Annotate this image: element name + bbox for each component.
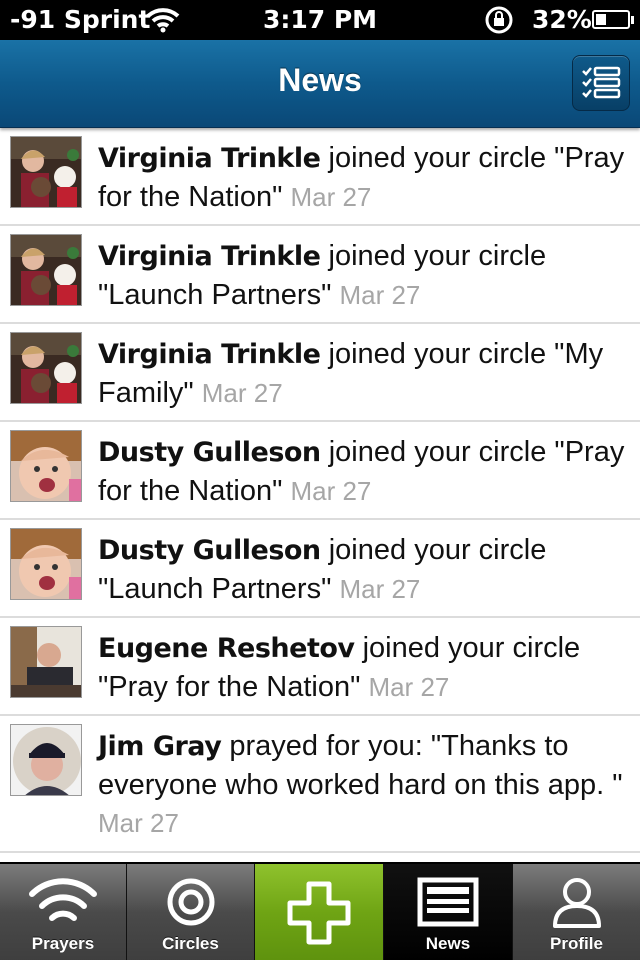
action-text: joined your circle: [328, 338, 547, 370]
page-title: News: [278, 62, 362, 98]
target-icon: [167, 878, 214, 926]
timestamp: Mar 27: [290, 476, 372, 506]
timestamp: Mar 27: [290, 182, 372, 212]
person-icon: [552, 878, 601, 928]
user-name[interactable]: Dusty Gulleson: [98, 535, 321, 566]
feed-item-text: Dusty Gulleson joined your circle "Launc…: [98, 531, 628, 608]
feed-item[interactable]: Virginia Trinkle joined your circle "Pra…: [0, 128, 640, 226]
feed-item-text: Jim Gray prayed for you: "Thanks to ever…: [98, 727, 628, 842]
feed-item[interactable]: Virginia Trinkle joined your circle "My …: [0, 324, 640, 422]
action-text: joined your circle: [328, 534, 547, 566]
user-name[interactable]: Virginia Trinkle: [98, 339, 321, 370]
add-button[interactable]: [255, 864, 384, 960]
action-text: prayed for you:: [229, 730, 423, 762]
avatar[interactable]: [10, 724, 82, 796]
timestamp: Mar 27: [339, 574, 421, 604]
battery-icon: [592, 10, 634, 29]
tab-label: News: [425, 934, 471, 953]
user-name[interactable]: Virginia Trinkle: [98, 143, 321, 174]
detail-text: "Pray for the Nation": [98, 671, 361, 703]
navigation-bar: News: [0, 40, 640, 128]
avatar[interactable]: [10, 136, 82, 208]
avatar[interactable]: [10, 430, 82, 502]
feed-item-text: Virginia Trinkle joined your circle "Lau…: [98, 237, 628, 314]
tab-label: Prayers: [31, 934, 95, 953]
user-name[interactable]: Jim Gray: [98, 731, 222, 762]
detail-text: "Launch Partners": [98, 279, 332, 311]
feed-item-text: Virginia Trinkle joined your circle "My …: [98, 335, 628, 412]
tab-label: Profile: [550, 934, 603, 953]
user-name[interactable]: Dusty Gulleson: [98, 437, 321, 468]
timestamp: Mar 27: [201, 378, 283, 408]
checklist-icon: [582, 66, 621, 99]
plus-icon: [287, 881, 351, 945]
detail-text: "Launch Partners": [98, 573, 332, 605]
avatar[interactable]: [10, 234, 82, 306]
avatar[interactable]: [10, 332, 82, 404]
feed-item-text: Virginia Trinkle joined your circle "Pra…: [98, 139, 628, 216]
tab-bar: Prayers Circles News Profile: [0, 862, 640, 960]
feed-item[interactable]: Jim Gray prayed for you: "Thanks to ever…: [0, 716, 640, 853]
action-text: joined your circle: [362, 632, 581, 664]
feed-item[interactable]: Eugene Reshetov joined your circle "Pray…: [0, 618, 640, 716]
feed-item-text: Eugene Reshetov joined your circle "Pray…: [98, 629, 628, 706]
tab-prayers[interactable]: Prayers: [0, 864, 127, 960]
timestamp: Mar 27: [98, 808, 179, 838]
feed-item[interactable]: Dusty Gulleson joined your circle "Launc…: [0, 520, 640, 618]
battery-percent: 32%: [532, 5, 592, 34]
action-text: joined your circle: [328, 142, 547, 174]
rotation-lock-icon: [483, 5, 515, 41]
tab-news[interactable]: News: [384, 864, 513, 960]
feed-item-text: Dusty Gulleson joined your circle "Pray …: [98, 433, 628, 510]
action-text: joined your circle: [328, 436, 547, 468]
newspaper-icon: [417, 877, 479, 927]
wifi-waves-icon: [29, 878, 97, 921]
tab-label: Circles: [162, 934, 219, 953]
avatar[interactable]: [10, 528, 82, 600]
avatar[interactable]: [10, 626, 82, 698]
status-bar: -91 Sprint 3:17 PM 32%: [0, 0, 640, 40]
user-name[interactable]: Virginia Trinkle: [98, 241, 321, 272]
action-text: joined your circle: [328, 240, 547, 272]
user-name[interactable]: Eugene Reshetov: [98, 633, 355, 664]
news-feed[interactable]: Virginia Trinkle joined your circle "Pra…: [0, 128, 640, 861]
feed-item[interactable]: Virginia Trinkle joined your circle "Lau…: [0, 226, 640, 324]
timestamp: Mar 27: [368, 672, 450, 702]
timestamp: Mar 27: [339, 280, 421, 310]
feed-item[interactable]: [0, 853, 640, 861]
tab-circles[interactable]: Circles: [127, 864, 255, 960]
list-view-button[interactable]: [572, 55, 630, 111]
tab-profile[interactable]: Profile: [513, 864, 640, 960]
feed-item[interactable]: Dusty Gulleson joined your circle "Pray …: [0, 422, 640, 520]
